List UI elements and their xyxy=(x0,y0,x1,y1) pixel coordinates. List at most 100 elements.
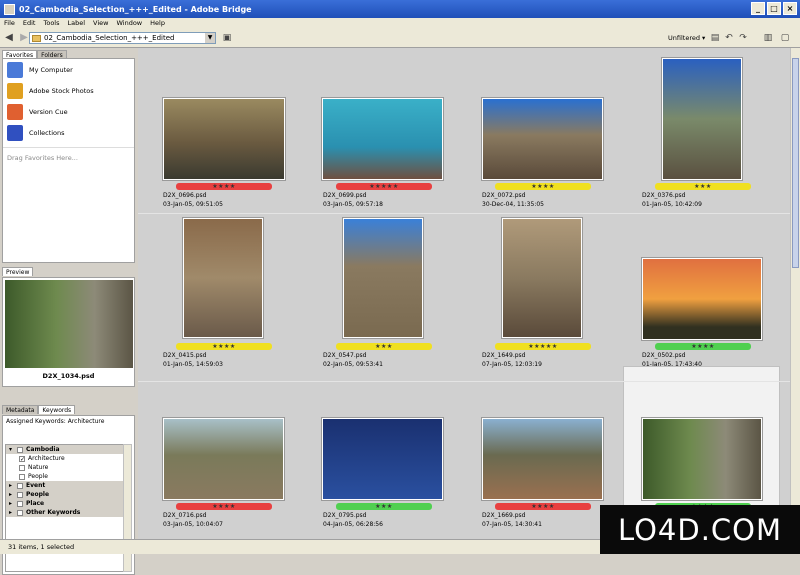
keyword-item[interactable]: Nature xyxy=(6,463,123,472)
menu-tools[interactable]: Tools xyxy=(43,19,59,27)
thumbnail-image[interactable] xyxy=(163,418,284,500)
keyword-group[interactable]: ▸ Event xyxy=(6,481,123,490)
row-divider xyxy=(138,381,790,382)
favorite-my-computer[interactable]: My Computer xyxy=(3,59,134,80)
keyword-checkbox[interactable] xyxy=(19,464,25,471)
menu-edit[interactable]: Edit xyxy=(23,19,36,27)
favorite-label: My Computer xyxy=(29,65,73,74)
keyword-group[interactable]: ▾ Cambodia xyxy=(6,445,123,454)
thumbnail-image[interactable] xyxy=(502,218,582,338)
up-folder-icon[interactable]: ▣ xyxy=(222,33,232,43)
tab-metadata[interactable]: Metadata xyxy=(2,405,39,414)
filter-dropdown[interactable]: Unfiltered ▾ xyxy=(668,34,705,42)
label-rating-bar[interactable]: ★★★★ xyxy=(495,183,591,190)
thumbnail-filename: D2X_0547.psd xyxy=(323,352,367,359)
new-folder-icon[interactable]: ▤ xyxy=(710,33,720,43)
keyword-item[interactable]: People xyxy=(6,472,123,481)
left-panel: Favorites Folders My Computer Adobe Stoc… xyxy=(0,48,137,575)
expand-icon[interactable]: ▸ xyxy=(9,508,17,517)
maximize-button[interactable]: □ xyxy=(767,2,781,15)
assigned-keywords: Assigned Keywords: Architecture xyxy=(6,418,105,425)
keyword-group[interactable]: ▸ Other Keywords xyxy=(6,508,123,517)
label-rating-bar[interactable]: ★★★★ xyxy=(176,183,272,190)
preview-image xyxy=(5,280,133,368)
keyword-group[interactable]: ▸ Place xyxy=(6,499,123,508)
thumbnail-image[interactable] xyxy=(322,98,443,180)
scrollbar-thumb[interactable] xyxy=(792,58,799,268)
menu-label[interactable]: Label xyxy=(68,19,86,27)
menu-window[interactable]: Window xyxy=(116,19,142,27)
chevron-down-icon[interactable]: ▼ xyxy=(205,33,215,43)
collections-icon xyxy=(7,124,23,141)
thumbnail-filename: D2X_0696.psd xyxy=(163,192,207,199)
path-text: 02_Cambodia_Selection_+++_Edited xyxy=(44,34,175,42)
thumbnail-filename: D2X_1669.psd xyxy=(482,512,526,519)
path-dropdown[interactable]: 02_Cambodia_Selection_+++_Edited ▼ xyxy=(29,32,216,44)
keyword-checkbox[interactable] xyxy=(17,446,23,453)
label-rating-bar[interactable]: ★★★ xyxy=(336,343,432,350)
rotate-right-icon[interactable]: ↷ xyxy=(738,33,748,43)
thumbnail-filename: D2X_0502.psd xyxy=(642,352,686,359)
minimize-button[interactable]: _ xyxy=(751,2,765,15)
menu-help[interactable]: Help xyxy=(150,19,165,27)
favorite-version-cue[interactable]: Version Cue xyxy=(3,101,134,122)
thumbnail-image[interactable] xyxy=(482,98,603,180)
close-button[interactable]: × xyxy=(783,2,797,15)
keyword-checkbox[interactable] xyxy=(19,473,25,480)
compact-mode-icon[interactable]: ▢ xyxy=(780,33,790,43)
collapse-icon[interactable]: ▾ xyxy=(9,445,17,454)
toolbar: ◀ ▶ 02_Cambodia_Selection_+++_Edited ▼ ▣… xyxy=(0,28,800,48)
label-rating-bar[interactable]: ★★★★ xyxy=(655,343,751,350)
content-scrollbar[interactable] xyxy=(790,48,800,539)
keyword-group[interactable]: ▸ People xyxy=(6,490,123,499)
thumbnail-image[interactable] xyxy=(322,418,443,500)
expand-icon[interactable]: ▸ xyxy=(9,499,17,508)
label-rating-bar[interactable]: ★★★★ xyxy=(176,503,272,510)
keyword-label: Cambodia xyxy=(26,446,60,453)
computer-icon xyxy=(7,61,23,78)
menu-view[interactable]: View xyxy=(93,19,108,27)
trash-icon[interactable]: ▥ xyxy=(763,33,773,43)
watermark-logo: LO4D.COM xyxy=(600,505,800,554)
keyword-checkbox[interactable]: ✓ xyxy=(19,455,25,462)
label-rating-bar[interactable]: ★★★★★ xyxy=(336,183,432,190)
thumbnail-image[interactable] xyxy=(662,58,742,180)
thumbnail-image[interactable] xyxy=(482,418,603,500)
thumbnail-image[interactable] xyxy=(163,98,285,180)
menu-file[interactable]: File xyxy=(4,19,15,27)
rotate-left-icon[interactable]: ↶ xyxy=(724,33,734,43)
row-divider xyxy=(138,213,790,214)
stock-photos-icon xyxy=(7,82,23,99)
label-rating-bar[interactable]: ★★★★ xyxy=(176,343,272,350)
version-cue-icon xyxy=(7,103,23,120)
thumbnail-date: 04-Jan-05, 06:28:56 xyxy=(323,521,383,528)
expand-icon[interactable]: ▸ xyxy=(9,490,17,499)
label-rating-bar[interactable]: ★★★ xyxy=(336,503,432,510)
keyword-checkbox[interactable] xyxy=(17,500,23,507)
keyword-checkbox[interactable] xyxy=(17,482,23,489)
tab-preview[interactable]: Preview xyxy=(2,267,34,276)
favorite-collections[interactable]: Collections xyxy=(3,122,134,143)
label-rating-bar[interactable]: ★★★★★ xyxy=(495,343,591,350)
window-title: 02_Cambodia_Selection_+++_Edited - Adobe… xyxy=(19,4,252,14)
favorite-adobe-stock-photos[interactable]: Adobe Stock Photos xyxy=(3,80,134,101)
favorite-label: Collections xyxy=(29,128,65,137)
back-arrow-icon[interactable]: ◀ xyxy=(3,32,15,44)
label-rating-bar[interactable]: ★★★ xyxy=(655,183,751,190)
thumbnail-image[interactable] xyxy=(343,218,423,338)
thumbnail-filename: D2X_0795.psd xyxy=(323,512,367,519)
keyword-item[interactable]: ✓ Architecture xyxy=(6,454,123,463)
bridge-app-icon xyxy=(4,3,15,15)
preview-panel: D2X_1034.psd xyxy=(2,277,135,387)
thumbnail-date: 07-Jan-05, 14:30:41 xyxy=(482,521,542,528)
thumbnail-image[interactable] xyxy=(183,218,263,338)
thumbnail-filename: D2X_1649.psd xyxy=(482,352,526,359)
label-rating-bar[interactable]: ★★★★ xyxy=(495,503,591,510)
thumbnail-image[interactable] xyxy=(642,418,762,500)
keyword-checkbox[interactable] xyxy=(17,509,23,516)
keyword-checkbox[interactable] xyxy=(17,491,23,498)
favorite-label: Adobe Stock Photos xyxy=(29,86,94,95)
expand-icon[interactable]: ▸ xyxy=(9,481,17,490)
tab-keywords[interactable]: Keywords xyxy=(38,405,76,414)
thumbnail-image[interactable] xyxy=(642,258,762,340)
